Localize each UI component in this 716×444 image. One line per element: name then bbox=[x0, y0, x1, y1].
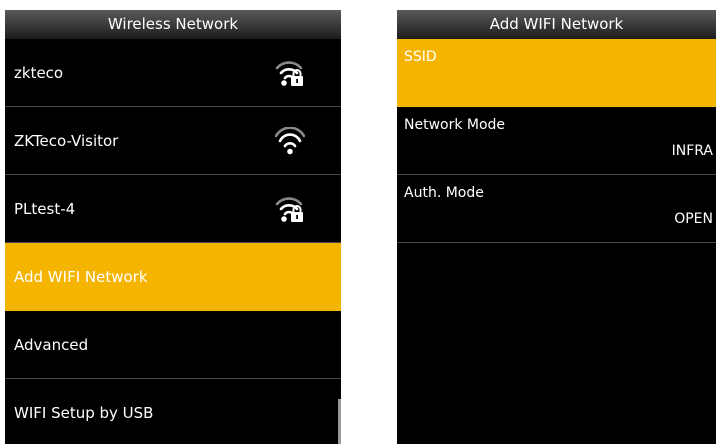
wireless-network-screen: Wireless Network zkteco ZKTeco-Visitor P… bbox=[5, 10, 341, 444]
wifi-item-zkteco[interactable]: zkteco bbox=[5, 39, 341, 107]
network-mode-value: INFRA bbox=[671, 143, 713, 159]
wifi-item-label: zkteco bbox=[14, 64, 64, 82]
scrollbar[interactable] bbox=[338, 399, 341, 444]
menu-item-label: WIFI Setup by USB bbox=[14, 404, 154, 422]
wifi-network-list: zkteco ZKTeco-Visitor PLtest-4 Add WIFI … bbox=[5, 39, 341, 444]
wifi-item-zkteco-visitor[interactable]: ZKTeco-Visitor bbox=[5, 107, 341, 175]
auth-mode-label: Auth. Mode bbox=[404, 185, 484, 201]
screen-title: Wireless Network bbox=[5, 10, 341, 39]
advanced-item[interactable]: Advanced bbox=[5, 311, 341, 379]
wifi-locked-icon bbox=[275, 197, 303, 222]
wifi-item-label: ZKTeco-Visitor bbox=[14, 132, 119, 150]
wifi-locked-icon bbox=[275, 61, 303, 86]
wifi-item-pltest-4[interactable]: PLtest-4 bbox=[5, 175, 341, 243]
network-mode-label: Network Mode bbox=[404, 117, 506, 133]
wifi-icon bbox=[275, 127, 305, 155]
wifi-setup-by-usb-item[interactable]: WIFI Setup by USB bbox=[5, 379, 341, 444]
auth-mode-value: OPEN bbox=[674, 211, 713, 227]
menu-item-label: Advanced bbox=[14, 336, 89, 354]
auth-mode-field[interactable]: Auth. Mode OPEN bbox=[397, 175, 716, 243]
add-wifi-network-item[interactable]: Add WIFI Network bbox=[5, 243, 341, 311]
ssid-label: SSID bbox=[404, 49, 437, 65]
ssid-field[interactable]: SSID bbox=[397, 39, 716, 107]
add-wifi-network-screen: Add WIFI Network SSID Network Mode INFRA… bbox=[397, 10, 716, 444]
network-mode-field[interactable]: Network Mode INFRA bbox=[397, 107, 716, 175]
menu-item-label: Add WIFI Network bbox=[14, 268, 148, 286]
screen-title: Add WIFI Network bbox=[397, 10, 716, 39]
wifi-item-label: PLtest-4 bbox=[14, 200, 76, 218]
